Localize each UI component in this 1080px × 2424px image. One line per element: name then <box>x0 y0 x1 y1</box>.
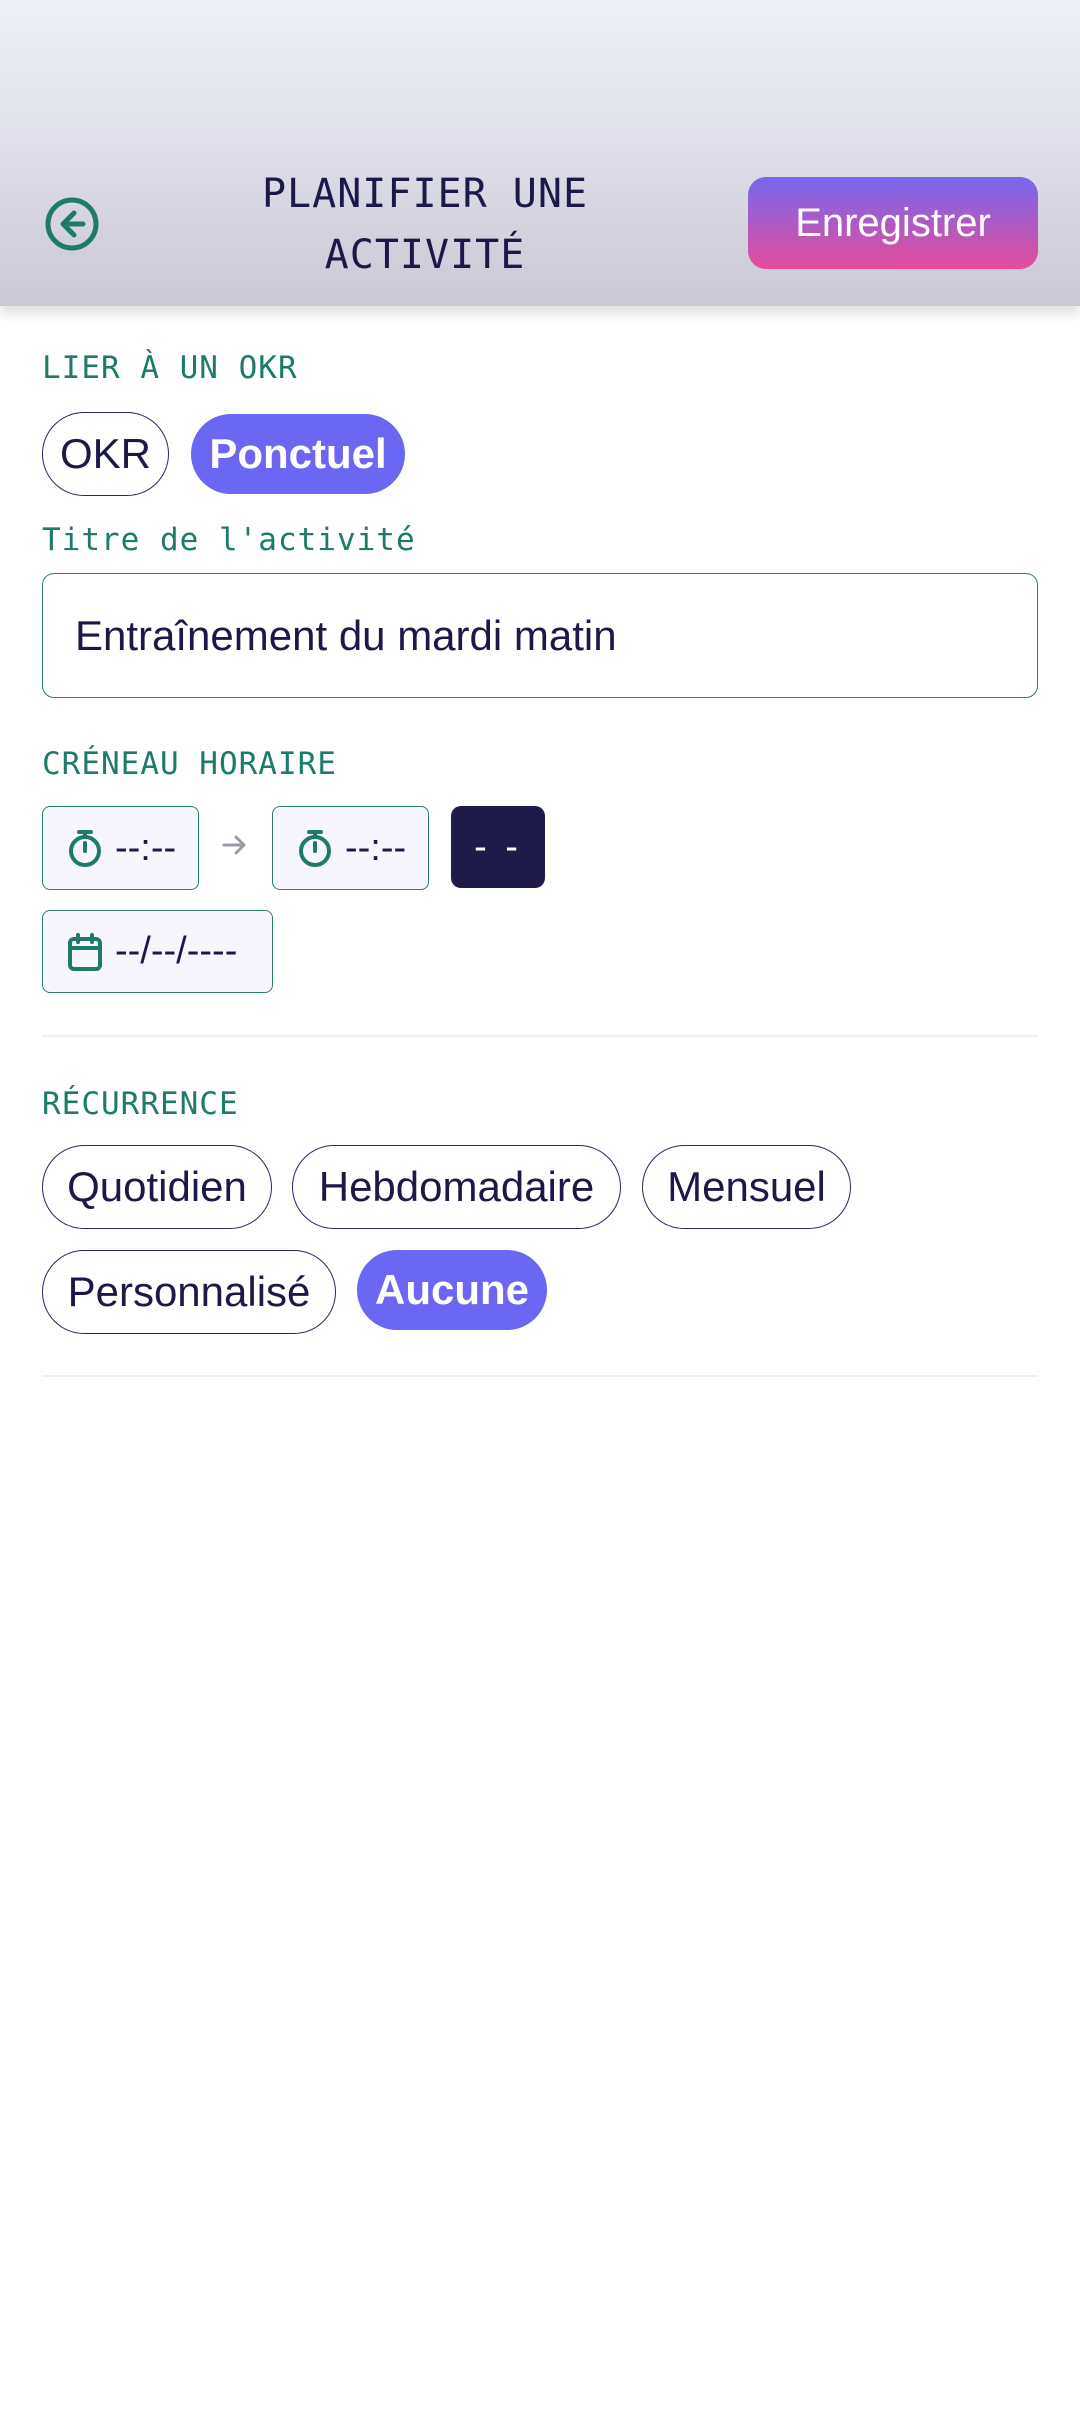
divider <box>42 1035 1038 1037</box>
activity-title-input[interactable]: Entraînement du mardi matin <box>42 573 1038 698</box>
end-time-field[interactable]: --:-- <box>272 806 429 890</box>
duration-button[interactable]: - - <box>451 806 545 888</box>
start-time-value: --:-- <box>115 826 177 869</box>
okr-option-ponctuel[interactable]: Ponctuel <box>191 414 405 494</box>
recurrence-option-quotidien[interactable]: Quotidien <box>42 1145 272 1229</box>
date-field[interactable]: --/--/---- <box>42 910 273 993</box>
activity-title-label: Titre de l'activité <box>42 522 416 558</box>
save-button[interactable]: Enregistrer <box>748 177 1038 269</box>
page-title: PLANIFIER UNE ACTIVITÉ <box>200 164 650 286</box>
arrow-left-circle-icon <box>45 197 99 251</box>
start-time-field[interactable]: --:-- <box>42 806 199 890</box>
recurrence-option-hebdomadaire[interactable]: Hebdomadaire <box>292 1145 621 1229</box>
stopwatch-icon <box>299 830 331 867</box>
okr-option-okr[interactable]: OKR <box>42 412 169 496</box>
divider <box>42 1375 1038 1377</box>
page-title-line-1: PLANIFIER UNE <box>261 171 589 217</box>
time-slot-label: CRÉNEAU HORAIRE <box>42 746 337 782</box>
arrow-right-icon <box>220 830 250 860</box>
activity-title-value: Entraînement du mardi matin <box>75 611 617 659</box>
back-button[interactable] <box>44 196 100 252</box>
page-title-line-2: ACTIVITÉ <box>324 232 526 278</box>
recurrence-option-aucune[interactable]: Aucune <box>357 1250 547 1330</box>
okr-section-label: LIER À UN OKR <box>42 350 298 386</box>
app-header: PLANIFIER UNE ACTIVITÉ Enregistrer <box>0 0 1080 306</box>
recurrence-option-mensuel[interactable]: Mensuel <box>642 1145 851 1229</box>
recurrence-option-personnalise[interactable]: Personnalisé <box>42 1250 336 1334</box>
end-time-value: --:-- <box>345 826 407 869</box>
calendar-icon <box>68 932 102 971</box>
recurrence-label: RÉCURRENCE <box>42 1086 239 1122</box>
stopwatch-icon <box>69 830 101 867</box>
date-value: --/--/---- <box>115 930 238 972</box>
